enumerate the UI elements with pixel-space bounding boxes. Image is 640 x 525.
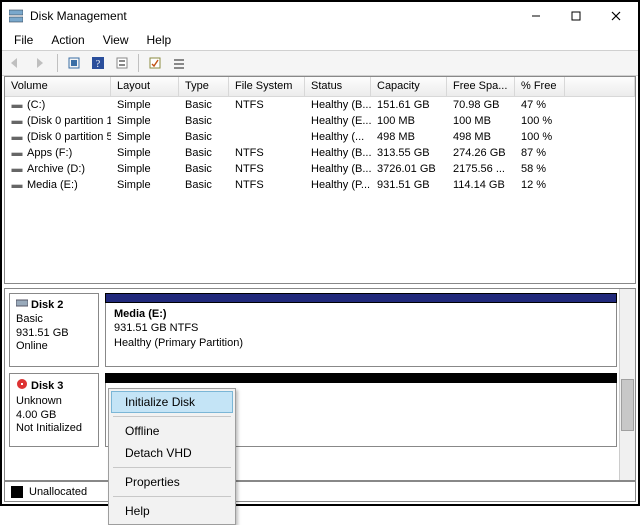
legend-swatch-unallocated: [11, 486, 23, 498]
menu-bar: File Action View Help: [2, 30, 638, 50]
disk-row[interactable]: Disk 2 Basic 931.51 GB Online Media (E:)…: [9, 293, 617, 367]
menu-action[interactable]: Action: [43, 31, 92, 49]
refresh-button[interactable]: [63, 52, 85, 74]
app-icon: [8, 8, 24, 24]
nav-forward-button[interactable]: [30, 52, 52, 74]
disk-warning-icon: [16, 378, 28, 395]
apply-button[interactable]: [144, 52, 166, 74]
help-button[interactable]: ?: [87, 52, 109, 74]
disk-graphical-view: Disk 2 Basic 931.51 GB Online Media (E:)…: [4, 288, 636, 493]
volume-list: Volume Layout Type File System Status Ca…: [4, 76, 636, 284]
disk-type: Unknown: [16, 395, 92, 409]
disk-label[interactable]: Disk 3 Unknown 4.00 GB Not Initialized: [9, 373, 99, 447]
col-status[interactable]: Status: [305, 77, 371, 96]
scrollbar[interactable]: [619, 289, 635, 492]
disk-label[interactable]: Disk 2 Basic 931.51 GB Online: [9, 293, 99, 367]
legend-bar: Unallocated: [4, 480, 636, 502]
volume-icon: ▬: [11, 179, 23, 191]
col-type[interactable]: Type: [179, 77, 229, 96]
scrollbar-thumb[interactable]: [621, 379, 634, 431]
table-row[interactable]: ▬(Disk 0 partition 1)SimpleBasicHealthy …: [5, 113, 635, 129]
disk-row[interactable]: Disk 3 Unknown 4.00 GB Not Initialized: [9, 373, 617, 447]
context-menu: Initialize Disk Offline Detach VHD Prope…: [108, 388, 236, 525]
disk-type: Basic: [16, 313, 92, 327]
col-pct-free[interactable]: % Free: [515, 77, 565, 96]
disk-name: Disk 3: [31, 380, 63, 394]
list-button[interactable]: [168, 52, 190, 74]
close-button[interactable]: [596, 3, 636, 29]
toolbar-separator: [57, 54, 58, 72]
col-extra[interactable]: [565, 77, 635, 96]
disk-state: Online: [16, 340, 92, 354]
partition-status: Healthy (Primary Partition): [114, 336, 608, 350]
table-row[interactable]: ▬(Disk 0 partition 5)SimpleBasicHealthy …: [5, 129, 635, 145]
disk-size: 4.00 GB: [16, 409, 92, 423]
title-bar: Disk Management: [2, 2, 638, 30]
volume-icon: ▬: [11, 99, 23, 111]
volume-list-header: Volume Layout Type File System Status Ca…: [5, 77, 635, 97]
table-row[interactable]: ▬Media (E:)SimpleBasicNTFSHealthy (P...9…: [5, 177, 635, 193]
toolbar: ?: [2, 50, 638, 76]
col-layout[interactable]: Layout: [111, 77, 179, 96]
disk-state: Not Initialized: [16, 422, 92, 436]
disk-name: Disk 2: [31, 299, 63, 313]
col-capacity[interactable]: Capacity: [371, 77, 447, 96]
ctx-initialize-disk[interactable]: Initialize Disk: [111, 391, 233, 413]
settings-button[interactable]: [111, 52, 133, 74]
col-free-space[interactable]: Free Spa...: [447, 77, 515, 96]
partition[interactable]: Media (E:) 931.51 GB NTFS Healthy (Prima…: [105, 303, 617, 367]
toolbar-separator: [138, 54, 139, 72]
table-row[interactable]: ▬Archive (D:)SimpleBasicNTFSHealthy (B..…: [5, 161, 635, 177]
volume-icon: ▬: [11, 163, 23, 175]
menu-view[interactable]: View: [95, 31, 137, 49]
col-filesystem[interactable]: File System: [229, 77, 305, 96]
ctx-properties[interactable]: Properties: [111, 471, 233, 493]
ctx-separator: [113, 416, 231, 417]
col-volume[interactable]: Volume: [5, 77, 111, 96]
svg-text:?: ?: [96, 59, 101, 70]
window-title: Disk Management: [30, 9, 127, 23]
table-row[interactable]: ▬Apps (F:)SimpleBasicNTFSHealthy (B...31…: [5, 145, 635, 161]
partition-info: 931.51 GB NTFS: [114, 321, 608, 335]
volume-icon: ▬: [11, 115, 23, 127]
ctx-detach-vhd[interactable]: Detach VHD: [111, 442, 233, 464]
partition-color-bar: [105, 373, 617, 383]
ctx-offline[interactable]: Offline: [111, 420, 233, 442]
minimize-button[interactable]: [516, 3, 556, 29]
menu-help[interactable]: Help: [139, 31, 180, 49]
ctx-separator: [113, 496, 231, 497]
disk-size: 931.51 GB: [16, 327, 92, 341]
disk-icon: [16, 298, 28, 313]
volume-icon: ▬: [11, 131, 23, 143]
legend-label-unallocated: Unallocated: [29, 486, 87, 498]
volume-icon: ▬: [11, 147, 23, 159]
maximize-button[interactable]: [556, 3, 596, 29]
table-row[interactable]: ▬(C:)SimpleBasicNTFSHealthy (B...151.61 …: [5, 97, 635, 113]
ctx-separator: [113, 467, 231, 468]
ctx-help[interactable]: Help: [111, 500, 233, 522]
menu-file[interactable]: File: [6, 31, 41, 49]
partition-color-bar: [105, 293, 617, 303]
nav-back-button[interactable]: [6, 52, 28, 74]
partition-name: Media (E:): [114, 307, 608, 321]
